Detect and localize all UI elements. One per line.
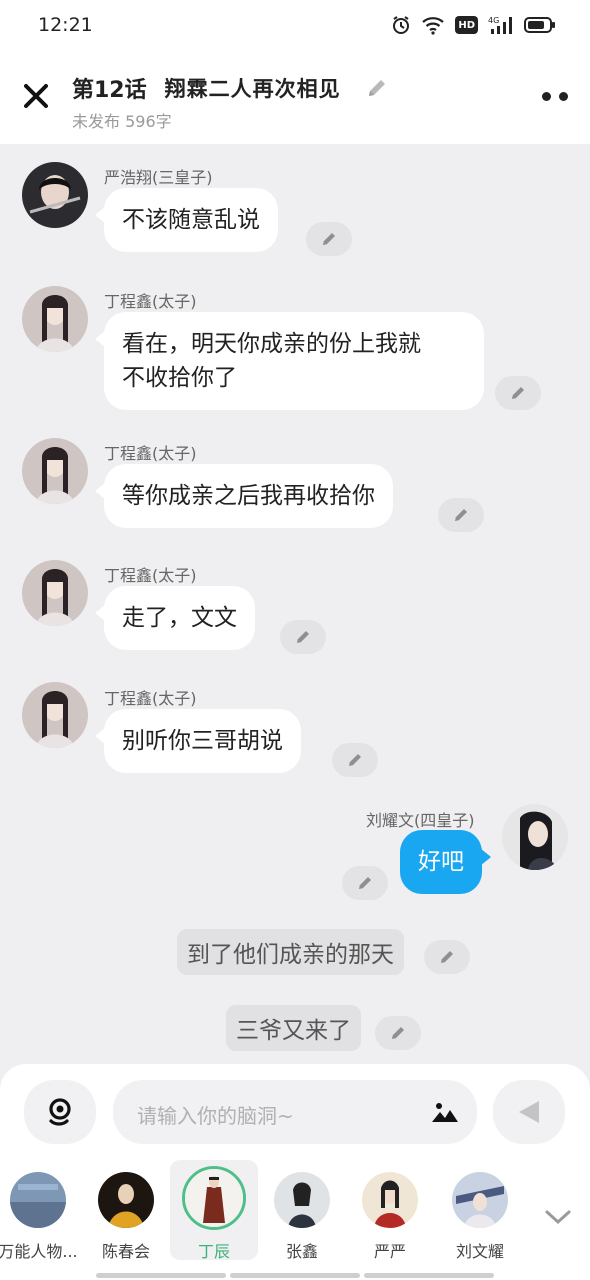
narration-text[interactable]: 到了他们成亲的那天 bbox=[177, 929, 404, 975]
chapter-header: 第12话 翔霖二人再次相见 未发布 596字 bbox=[0, 52, 590, 144]
alarm-icon bbox=[391, 14, 411, 36]
voice-icon[interactable] bbox=[24, 1080, 96, 1144]
message-bubble[interactable]: 等你成亲之后我再收拾你 bbox=[95, 464, 393, 528]
message-input[interactable]: 请输入你的脑洞~ bbox=[113, 1080, 477, 1144]
character-bar: 万能人物... 陈春会 丁辰 张鑫 严严 刘文耀 bbox=[0, 1160, 590, 1280]
chat-area[interactable]: 严浩翔(三皇子) 不该随意乱说 丁程鑫(太子) 看在，明天你成亲的份上我就 不收… bbox=[0, 144, 590, 1068]
character-label: 丁辰 bbox=[197, 1242, 230, 1261]
avatar bbox=[274, 1172, 330, 1228]
composer: 请输入你的脑洞~ bbox=[0, 1064, 590, 1160]
close-icon[interactable] bbox=[20, 80, 52, 112]
character-item[interactable]: 陈春会 bbox=[82, 1160, 170, 1261]
pencil-icon[interactable] bbox=[375, 1016, 421, 1050]
pencil-icon[interactable] bbox=[306, 222, 352, 256]
wifi-icon bbox=[421, 14, 445, 36]
speaker-name: 丁程鑫(太子) bbox=[104, 566, 197, 585]
avatar[interactable] bbox=[22, 438, 88, 504]
title-row: 第12话 翔霖二人再次相见 bbox=[72, 72, 389, 104]
chapter-number: 第12话 bbox=[72, 78, 147, 103]
character-item[interactable]: 张鑫 bbox=[258, 1160, 346, 1261]
avatar[interactable] bbox=[22, 682, 88, 748]
character-label: 刘文耀 bbox=[455, 1242, 504, 1261]
status-icons: HD 4G bbox=[391, 14, 556, 36]
pencil-icon[interactable] bbox=[280, 620, 326, 654]
status-bar: 12:21 HD 4G bbox=[0, 0, 590, 52]
avatar bbox=[362, 1172, 418, 1228]
character-item[interactable]: 万能人物... bbox=[0, 1160, 82, 1261]
chapter-title[interactable]: 翔霖二人再次相见 bbox=[165, 73, 341, 103]
chevron-down-icon[interactable] bbox=[544, 1208, 572, 1230]
message-bubble[interactable]: 别听你三哥胡说 bbox=[95, 709, 301, 773]
hd-icon: HD bbox=[455, 16, 478, 34]
send-icon[interactable] bbox=[493, 1080, 565, 1144]
speaker-name: 丁程鑫(太子) bbox=[104, 689, 197, 708]
character-item[interactable]: 丁辰 bbox=[170, 1160, 258, 1261]
more-icon[interactable] bbox=[542, 92, 568, 101]
pencil-icon[interactable] bbox=[424, 940, 470, 974]
svg-text:4G: 4G bbox=[488, 16, 499, 25]
message-bubble[interactable]: 好吧 bbox=[400, 830, 491, 894]
pencil-icon[interactable] bbox=[495, 376, 541, 410]
image-icon[interactable] bbox=[431, 1100, 459, 1128]
speaker-name: 丁程鑫(太子) bbox=[104, 444, 197, 463]
pencil-icon[interactable] bbox=[438, 498, 484, 532]
avatar bbox=[98, 1172, 154, 1228]
pencil-icon[interactable] bbox=[365, 76, 389, 100]
avatar bbox=[452, 1172, 508, 1228]
narration-text[interactable]: 三爷又来了 bbox=[226, 1005, 361, 1051]
avatar bbox=[10, 1172, 66, 1228]
avatar bbox=[182, 1166, 246, 1230]
message-line: 看在，明天你成亲的份上我就 bbox=[122, 331, 421, 357]
message-line: 不收拾你了 bbox=[122, 365, 237, 391]
avatar[interactable] bbox=[22, 286, 88, 352]
message-bubble[interactable]: 不该随意乱说 bbox=[95, 188, 278, 252]
input-placeholder: 请输入你的脑洞~ bbox=[137, 1104, 294, 1128]
character-label: 严严 bbox=[373, 1242, 406, 1261]
avatar[interactable] bbox=[22, 162, 88, 228]
scroll-indicator bbox=[96, 1273, 494, 1278]
avatar[interactable] bbox=[502, 804, 568, 870]
character-item[interactable]: 严严 bbox=[346, 1160, 434, 1261]
avatar[interactable] bbox=[22, 560, 88, 626]
signal-4g-icon: 4G bbox=[488, 14, 514, 36]
speaker-name: 严浩翔(三皇子) bbox=[104, 168, 213, 187]
speaker-name: 丁程鑫(太子) bbox=[104, 292, 197, 311]
chapter-status: 未发布 596字 bbox=[72, 112, 172, 131]
message-bubble[interactable]: 看在，明天你成亲的份上我就 不收拾你了 bbox=[95, 312, 484, 410]
character-label: 万能人物... bbox=[0, 1242, 78, 1261]
status-time: 12:21 bbox=[38, 14, 93, 36]
pencil-icon[interactable] bbox=[332, 743, 378, 777]
battery-icon bbox=[524, 14, 556, 36]
character-label: 张鑫 bbox=[285, 1242, 318, 1261]
pencil-icon[interactable] bbox=[342, 866, 388, 900]
message-bubble[interactable]: 走了，文文 bbox=[95, 586, 255, 650]
speaker-name: 刘耀文(四皇子) bbox=[366, 811, 475, 830]
character-item[interactable]: 刘文耀 bbox=[436, 1160, 524, 1261]
character-label: 陈春会 bbox=[101, 1242, 150, 1261]
